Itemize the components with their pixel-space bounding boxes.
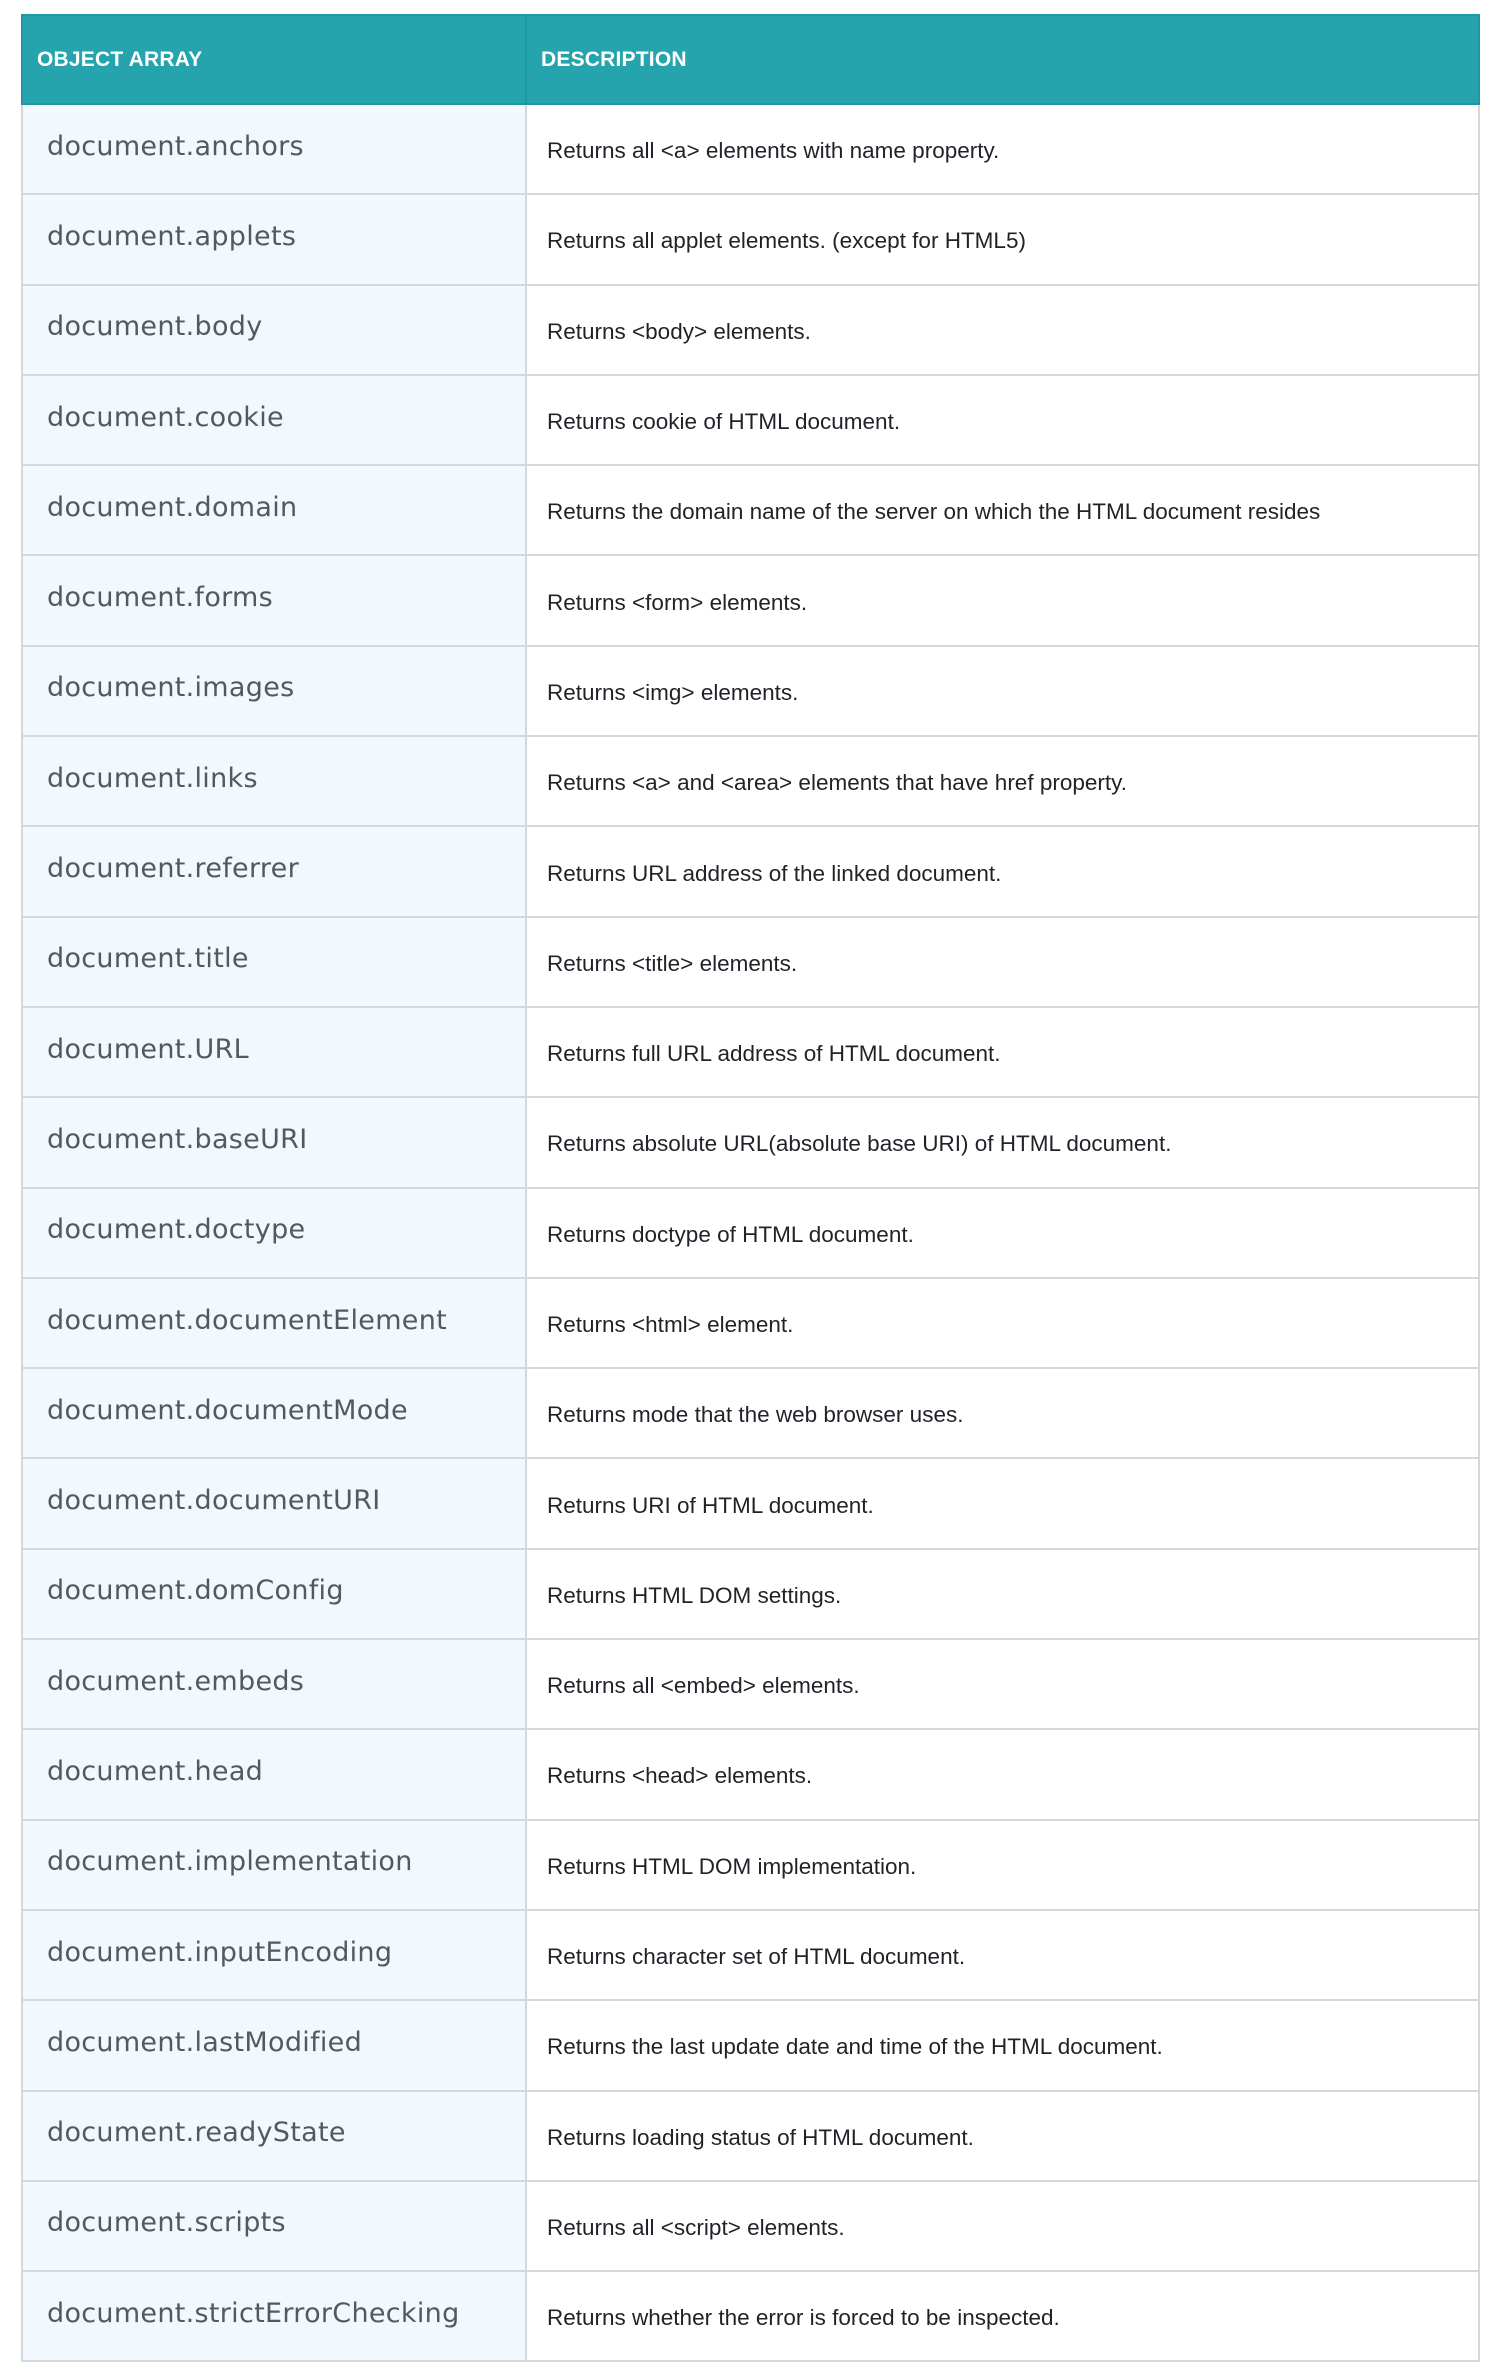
object-array-cell: document.documentElement: [21, 1276, 527, 1370]
description-cell: Returns character set of HTML document.: [525, 1908, 1480, 2002]
description-cell: Returns all <script> elements.: [525, 2179, 1480, 2273]
description-cell: Returns all <embed> elements.: [525, 1638, 1480, 1731]
table-row: document.title Returns <title> elements.: [21, 915, 1480, 1008]
description-cell: Returns <form> elements.: [525, 554, 1480, 647]
table-row: document.applets Returns all applet eleme…: [21, 193, 1480, 286]
object-array-cell: document.forms: [21, 554, 527, 647]
object-array-cell: document.documentURI: [21, 1457, 527, 1550]
object-array-table: OBJECT ARRAY DESCRIPTION document.anchor…: [21, 14, 1480, 2363]
description-cell: Returns cookie of HTML document.: [525, 373, 1480, 467]
table-row: document.scripts Returns all <script> ele…: [21, 2179, 1480, 2273]
description-cell: Returns mode that the web browser uses.: [525, 1367, 1480, 1460]
object-array-cell: document.cookie: [21, 373, 527, 467]
object-array-cell: document.scripts: [21, 2179, 527, 2273]
table-row: document.strictErrorChecking Returns whet…: [21, 2270, 1480, 2363]
object-array-cell: document.applets: [21, 193, 527, 286]
column-header-object-array: OBJECT ARRAY: [21, 14, 527, 105]
object-array-cell: document.referrer: [21, 825, 527, 918]
table-row: document.documentMode Returns mode that t…: [21, 1367, 1480, 1460]
table-row: document.documentURI Returns URI of HTML …: [21, 1457, 1480, 1550]
description-cell: Returns loading status of HTML document.: [525, 2089, 1480, 2182]
table-row: document.readyState Returns loading statu…: [21, 2089, 1480, 2182]
description-cell: Returns <head> elements.: [525, 1728, 1480, 1821]
description-cell: Returns full URL address of HTML documen…: [525, 1005, 1480, 1099]
object-array-cell: document.domConfig: [21, 1547, 527, 1641]
table-row: document.implementation Returns HTML DOM …: [21, 1818, 1480, 1911]
table-row: document.images Returns <img> elements.: [21, 644, 1480, 738]
table-row: document.inputEncoding Returns character …: [21, 1908, 1480, 2002]
description-cell: Returns the last update date and time of…: [525, 1999, 1480, 2092]
description-cell: Returns the domain name of the server on…: [525, 464, 1480, 557]
object-array-cell: document.strictErrorChecking: [21, 2270, 527, 2363]
table-body: document.anchors Returns all <a> elements…: [21, 102, 1480, 2363]
table-row: document.head Returns <head> elements.: [21, 1728, 1480, 1821]
table-row: document.domain Returns the domain name o…: [21, 464, 1480, 557]
description-cell: Returns absolute URL(absolute base URI) …: [525, 1096, 1480, 1189]
description-cell: Returns <html> element.: [525, 1276, 1480, 1370]
object-array-cell: document.embeds: [21, 1638, 527, 1731]
description-cell: Returns <a> and <area> elements that hav…: [525, 735, 1480, 828]
object-array-cell: document.title: [21, 915, 527, 1008]
object-array-cell: document.implementation: [21, 1818, 527, 1911]
object-array-cell: document.head: [21, 1728, 527, 1821]
description-cell: Returns doctype of HTML document.: [525, 1186, 1480, 1279]
table-header-row: OBJECT ARRAY DESCRIPTION: [21, 14, 1480, 105]
object-array-cell: document.doctype: [21, 1186, 527, 1279]
object-array-cell: document.readyState: [21, 2089, 527, 2182]
object-array-cell: document.domain: [21, 464, 527, 557]
description-cell: Returns all applet elements. (except for…: [525, 193, 1480, 286]
description-cell: Returns <img> elements.: [525, 644, 1480, 738]
object-array-cell: document.inputEncoding: [21, 1908, 527, 2002]
table-row: document.embeds Returns all <embed> eleme…: [21, 1638, 1480, 1731]
table-row: document.body Returns <body> elements.: [21, 283, 1480, 376]
description-cell: Returns <body> elements.: [525, 283, 1480, 376]
description-cell: Returns URI of HTML document.: [525, 1457, 1480, 1550]
object-array-cell: document.lastModified: [21, 1999, 527, 2092]
description-cell: Returns all <a> elements with name prope…: [525, 102, 1480, 196]
table-row: document.documentElement Returns <html> e…: [21, 1276, 1480, 1370]
description-cell: Returns HTML DOM settings.: [525, 1547, 1480, 1641]
table-row: document.lastModified Returns the last up…: [21, 1999, 1480, 2092]
object-array-cell: document.baseURI: [21, 1096, 527, 1189]
object-array-cell: document.links: [21, 735, 527, 828]
object-array-cell: document.URL: [21, 1005, 527, 1099]
table-row: document.links Returns <a> and <area> ele…: [21, 735, 1480, 828]
object-array-cell: document.body: [21, 283, 527, 376]
table-row: document.domConfig Returns HTML DOM setti…: [21, 1547, 1480, 1641]
table-row: document.cookie Returns cookie of HTML do…: [21, 373, 1480, 467]
description-cell: Returns <title> elements.: [525, 915, 1480, 1008]
table-row: document.doctype Returns doctype of HTML …: [21, 1186, 1480, 1279]
description-cell: Returns whether the error is forced to b…: [525, 2270, 1480, 2363]
object-array-cell: document.images: [21, 644, 527, 738]
description-cell: Returns URL address of the linked docume…: [525, 825, 1480, 918]
table-row: document.referrer Returns URL address of …: [21, 825, 1480, 918]
table-row: document.URL Returns full URL address of …: [21, 1005, 1480, 1099]
table-row: document.baseURI Returns absolute URL(abs…: [21, 1096, 1480, 1189]
object-array-cell: document.documentMode: [21, 1367, 527, 1460]
object-array-cell: document.anchors: [21, 102, 527, 196]
description-cell: Returns HTML DOM implementation.: [525, 1818, 1480, 1911]
table-row: document.anchors Returns all <a> elements…: [21, 102, 1480, 196]
column-header-description: DESCRIPTION: [525, 14, 1480, 105]
object-array-table-container: OBJECT ARRAY DESCRIPTION document.anchor…: [21, 14, 1480, 2363]
table-row: document.forms Returns <form> elements.: [21, 554, 1480, 647]
